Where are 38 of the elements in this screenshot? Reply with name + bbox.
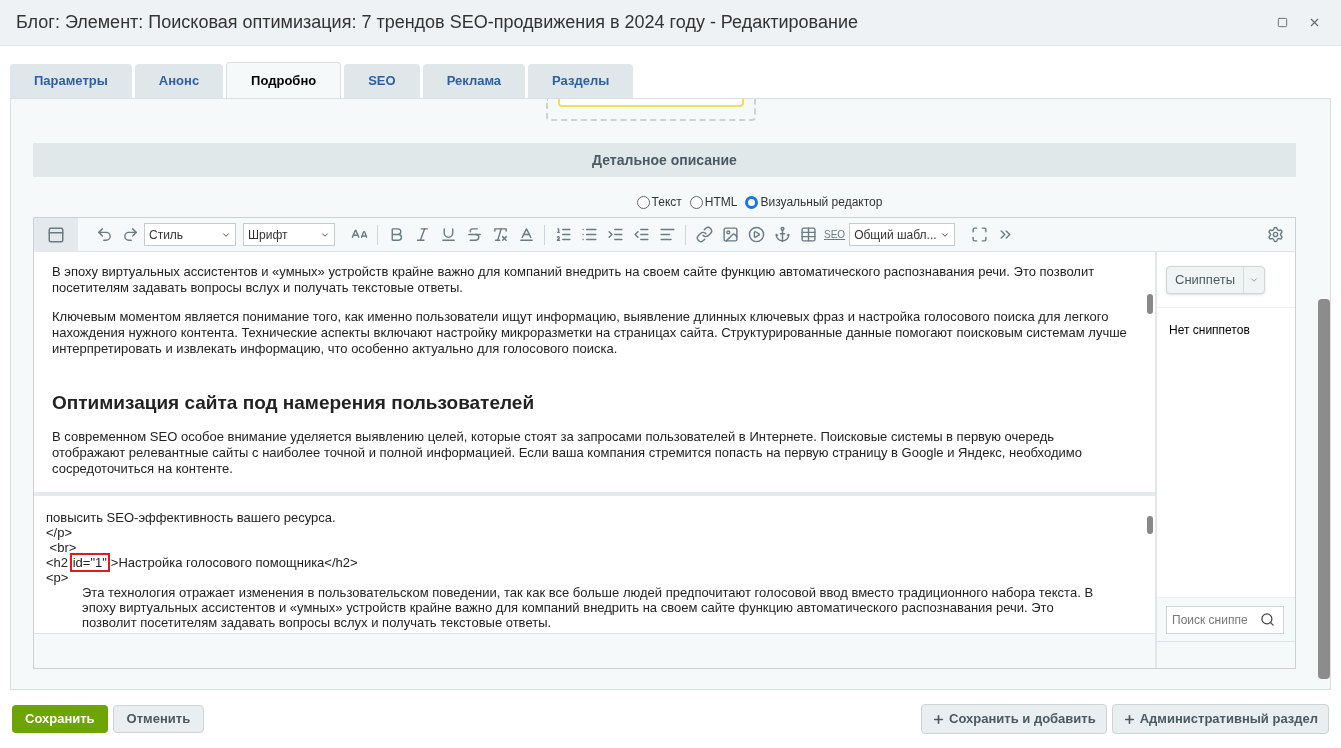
- content-paragraph: В эпоху виртуальных ассистентов и «умных» устройств крайне важно для компаний внедрить на своем сайте функцию автоматического распознавания речи. Это позволит посетителям задавать вопросы вслух и получать текстовые ответы.: [52, 264, 1096, 296]
- snippet-search-field[interactable]: Поиск сниппе: [1166, 605, 1284, 634]
- content-heading: Оптимизация сайта под намерения пользователей: [52, 391, 536, 415]
- source-line: <p>: [46, 570, 70, 585]
- highlighted-attribute: id="1": [71, 555, 108, 570]
- source-line: <br>: [48, 540, 78, 555]
- tab[interactable]: Параметры: [10, 64, 132, 98]
- source-line: повысить SEO-эффективность вашего ресурса.: [46, 510, 337, 525]
- cancel-button[interactable]: Отменить: [112, 705, 205, 733]
- save-and-add-button[interactable]: Сохранить и добавить: [921, 704, 1107, 734]
- close-icon[interactable]: [1308, 16, 1321, 29]
- tab[interactable]: SEO: [344, 64, 420, 98]
- style-select[interactable]: Стиль: [144, 223, 236, 246]
- view-mode-radio[interactable]: HTML: [689, 193, 738, 211]
- view-mode-radio[interactable]: Визуальный редактор: [745, 193, 883, 211]
- source-line: Эта технология отражает изменения в пользовательском поведении, так как все больше людей предпочитают голосовой ввод вместо традиционного набора текста. В эпоху виртуальных ассистентов и «умных» устройств крайне важно для компаний внедрить на своем сайте функцию автоматического распознавания речи. Это позволит посетителям задавать вопросы вслух и получать текстовые ответы.: [81, 585, 1095, 630]
- content-paragraph: Ключевым моментом является понимание того, как именно пользователи ищут информацию, выявление длинных ключевых фраз и настройка голосового поиска для легкого нахождения нужного контента. Технические аспекты включают настройку микроразметки на страницах сайта. Структурированные данные помогают поисковым системам лучше интерпретировать и извлекать информацию, что особенно актуально для голосового поиска.: [52, 309, 1127, 357]
- source-line: <h2: [46, 555, 70, 570]
- plus-icon: [1122, 712, 1136, 726]
- empty-message: Нет сниппетов: [1168, 322, 1251, 339]
- toolbar-toggle-icon[interactable]: [34, 217, 78, 252]
- admin-section-button[interactable]: Административный раздел: [1111, 704, 1329, 734]
- maximize-icon[interactable]: [1277, 17, 1288, 28]
- tab[interactable]: Подробно: [226, 62, 342, 98]
- plus-icon: [932, 712, 946, 726]
- source-line: >Настройка голосового помощника</h2>: [110, 555, 358, 570]
- section-title: Детальное описание: [592, 150, 737, 170]
- search-icon[interactable]: [1260, 612, 1275, 627]
- content-paragraph: В современном SEO особое внимание уделяется выявлению целей, которые стоят за запросами пользователей в Интернете. Поисковые системы в первую очередь отображают релевантные сайты с наиболее точной и полной информацией. Если ваша компания стремится попасть на первую страницу в Google и Яндекс, необходимо сосредоточиться на контенте.: [52, 429, 1083, 477]
- tab[interactable]: Разделы: [528, 64, 634, 98]
- window-title: Блог: Элемент: Поисковая оптимизация: 7 трендов SEO-продвижения в 2024 году - Редактирование: [16, 11, 859, 34]
- view-mode-radio[interactable]: Текст: [636, 193, 682, 211]
- tab[interactable]: Реклама: [422, 64, 526, 98]
- font-select[interactable]: Шрифт: [243, 223, 335, 246]
- seo-button[interactable]: SEO: [822, 227, 848, 242]
- source-line: </p>: [46, 525, 74, 540]
- template-select[interactable]: Общий шабл...: [849, 223, 956, 246]
- tab[interactable]: Анонс: [134, 64, 224, 98]
